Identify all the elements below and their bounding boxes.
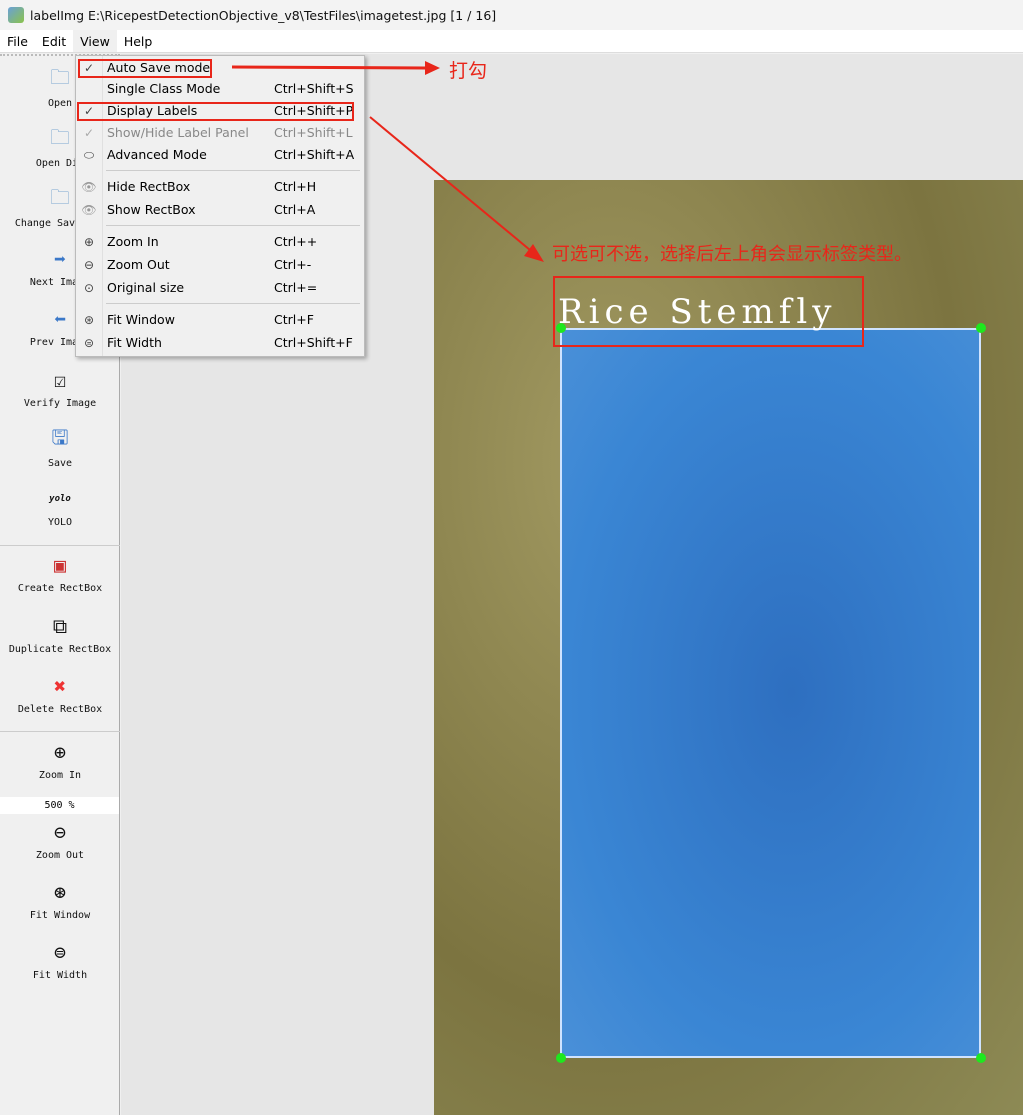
- annotation-label-note: 可选可不选，选择后左上角会显示标签类型。: [552, 244, 912, 265]
- annotation-tick-note: 打勾: [449, 60, 488, 82]
- annotation-arrows: [231, 61, 544, 262]
